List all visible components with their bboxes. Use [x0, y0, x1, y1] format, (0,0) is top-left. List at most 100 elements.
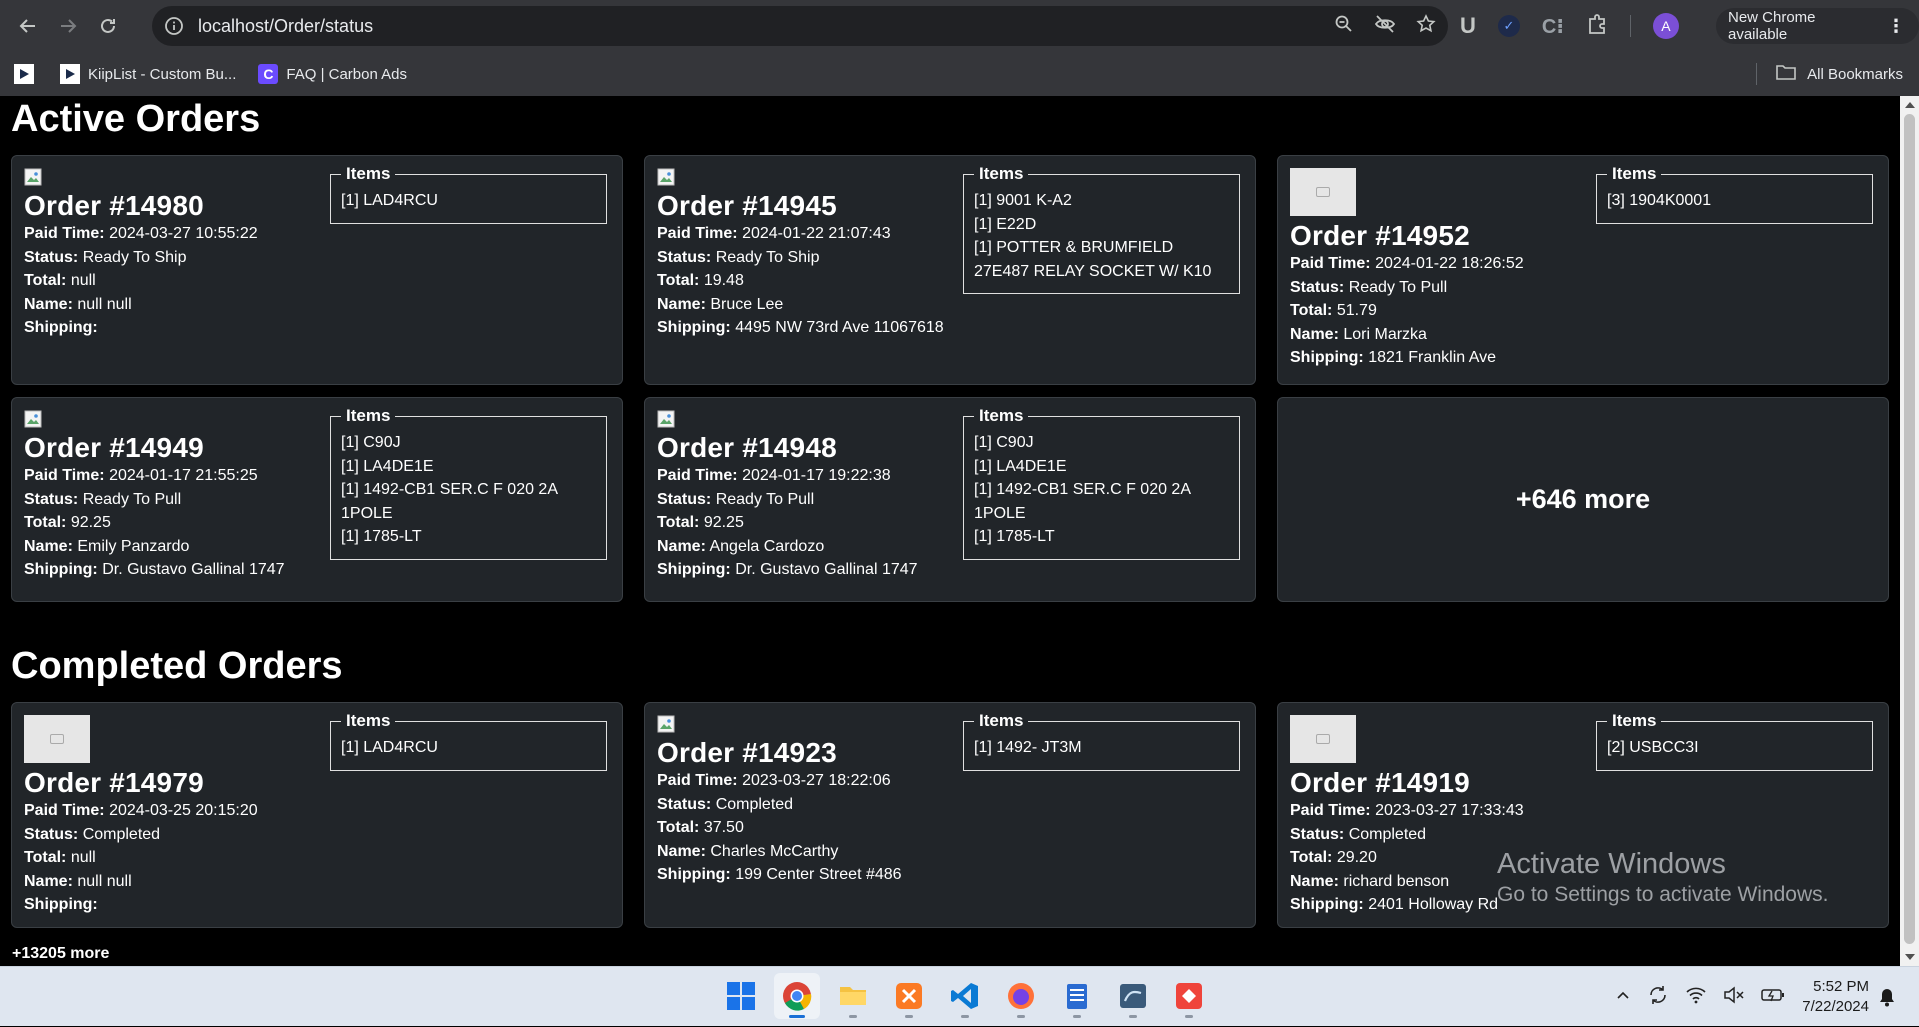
order-card[interactable]: Order #14949 Paid Time: 2024-01-17 21:55:… — [11, 397, 623, 602]
address-bar[interactable]: localhost/Order/status — [152, 6, 1448, 46]
clock[interactable]: 5:52 PM 7/22/2024 — [1789, 977, 1869, 1017]
items-legend: Items — [341, 711, 396, 731]
customer-name-label: Name: — [24, 295, 73, 313]
checkmark-extension-icon[interactable]: ✓ — [1497, 15, 1520, 37]
url-text[interactable]: localhost/Order/status — [198, 16, 373, 37]
running-indicator — [1017, 1015, 1025, 1018]
taskbar-apps — [718, 973, 1212, 1019]
total-value: 92.25 — [703, 514, 744, 531]
all-bookmarks-button[interactable]: All Bookmarks — [1756, 52, 1903, 96]
back-button[interactable] — [8, 6, 48, 46]
total-label: Total: — [657, 514, 700, 531]
star-icon[interactable] — [1416, 13, 1436, 39]
eye-off-icon[interactable] — [1374, 14, 1396, 39]
total-row: Total: 37.50 — [657, 816, 957, 840]
order-card[interactable]: Order #14979 Paid Time: 2024-03-25 20:15:… — [11, 702, 623, 928]
order-item: [1] 1785-LT — [974, 528, 1055, 545]
page-scrollbar[interactable] — [1900, 96, 1919, 966]
order-details: Order #14949 Paid Time: 2024-01-17 21:55:… — [24, 410, 324, 582]
status-row: Status: Completed — [1290, 823, 1590, 847]
browser-toolbar: localhost/Order/status U ✓ C⁝ A New Chro… — [0, 0, 1919, 52]
shipping-address-row: Shipping: Dr. Gustavo Gallinal 1747 — [657, 558, 957, 582]
scrollbar-thumb[interactable] — [1904, 114, 1915, 944]
new-chrome-label: New Chrome available — [1728, 9, 1816, 43]
wifi-icon[interactable] — [1685, 986, 1707, 1009]
taskbar-xampp[interactable] — [886, 973, 932, 1019]
customer-name-row: Name: Angela Cardozo — [657, 535, 957, 559]
customer-name-label: Name: — [1290, 325, 1339, 343]
total-row: Total: null — [24, 846, 324, 870]
no-image-placeholder — [24, 715, 90, 763]
taskbar-chrome[interactable] — [774, 973, 820, 1019]
battery-icon[interactable] — [1761, 987, 1785, 1008]
paid-time-label: Paid Time: — [1290, 802, 1371, 819]
status-value: Ready To Pull — [82, 490, 182, 508]
reload-icon — [101, 18, 115, 33]
shipping-address-value: 199 Center Street #486 — [735, 866, 902, 883]
status-value: Ready To Pull — [1348, 278, 1448, 296]
items-fieldset: Items [3] 1904K0001 — [1596, 164, 1873, 224]
order-item: [1] LA4DE1E — [341, 457, 434, 475]
paid-time-value: 2024-01-17 19:22:38 — [742, 467, 891, 484]
taskbar-file-explorer[interactable] — [830, 973, 876, 1019]
customer-name-row: Name: null null — [24, 870, 324, 894]
forward-button[interactable] — [48, 6, 88, 46]
taskbar-notepad[interactable] — [1054, 973, 1100, 1019]
scroll-up-arrow-icon[interactable] — [1905, 102, 1915, 108]
site-info-icon[interactable] — [162, 14, 186, 38]
paid-time-value: 2024-03-25 20:15:20 — [109, 802, 258, 819]
paid-time-label: Paid Time: — [657, 467, 738, 484]
items-legend: Items — [1607, 711, 1662, 731]
total-label: Total: — [657, 819, 700, 836]
chevron-up-icon[interactable] — [1615, 987, 1631, 1008]
more-active-orders-card[interactable]: +646 more — [1277, 397, 1889, 602]
mysql-workbench-icon — [1120, 984, 1146, 1008]
order-card[interactable]: Order #14923 Paid Time: 2023-03-27 18:22:… — [644, 702, 1256, 928]
new-chrome-available-button[interactable]: New Chrome available ⋮ — [1716, 8, 1919, 44]
no-image-placeholder — [1290, 168, 1356, 216]
taskbar-firefox[interactable] — [998, 973, 1044, 1019]
bookmark-carbon-ads[interactable]: C FAQ | Carbon Ads — [258, 64, 407, 84]
shipping-address-row: Shipping: 4495 NW 73rd Ave 11067618 — [657, 316, 957, 340]
total-row: Total: 51.79 — [1290, 299, 1590, 323]
arrow-left-icon — [19, 19, 35, 33]
paid-time-value: 2023-03-27 17:33:43 — [1375, 802, 1524, 819]
order-card[interactable]: Order #14980 Paid Time: 2024-03-27 10:55:… — [11, 155, 623, 385]
taskbar-anydesk[interactable] — [1166, 973, 1212, 1019]
paid-time-label: Paid Time: — [657, 225, 738, 242]
order-card[interactable]: Order #14952 Paid Time: 2024-01-22 18:26:… — [1277, 155, 1889, 385]
scroll-down-arrow-icon[interactable] — [1905, 954, 1915, 960]
zoom-icon[interactable] — [1334, 14, 1354, 39]
taskbar-vscode[interactable] — [942, 973, 988, 1019]
shipping-address-row: Shipping: 1821 Franklin Ave — [1290, 346, 1590, 370]
sync-icon[interactable] — [1647, 984, 1669, 1011]
paid-time-label: Paid Time: — [24, 467, 105, 484]
customer-name-value: Angela Cardozo — [709, 537, 825, 555]
more-completed-orders-link[interactable]: +13205 more — [12, 945, 109, 963]
reload-button[interactable] — [88, 6, 128, 46]
order-card[interactable]: Order #14948 Paid Time: 2024-01-17 19:22:… — [644, 397, 1256, 602]
customer-name-label: Name: — [657, 537, 706, 555]
customer-name-value: Emily Panzardo — [77, 537, 190, 555]
order-details: Order #14948 Paid Time: 2024-01-17 19:22:… — [657, 410, 957, 582]
ublock-icon[interactable]: U — [1460, 13, 1476, 39]
system-tray — [1615, 967, 1785, 1027]
puzzle-icon[interactable] — [1586, 13, 1608, 40]
total-label: Total: — [24, 514, 67, 531]
play-icon — [14, 64, 34, 84]
speaker-muted-icon[interactable] — [1723, 985, 1745, 1009]
profile-avatar[interactable]: A — [1652, 13, 1679, 39]
start-button[interactable] — [718, 973, 764, 1019]
shipping-address-row: Shipping: — [24, 893, 324, 917]
customer-name-label: Name: — [24, 537, 73, 555]
taskbar-mysql-workbench[interactable] — [1110, 973, 1156, 1019]
bookmark-kiiplist[interactable]: KiipList - Custom Bu... — [60, 64, 236, 84]
total-value: 92.25 — [70, 514, 111, 531]
customer-name-value: Bruce Lee — [710, 295, 784, 313]
bookmark-item[interactable] — [14, 64, 42, 84]
order-card[interactable]: Order #14945 Paid Time: 2024-01-22 21:07:… — [644, 155, 1256, 385]
notification-bell-icon[interactable] — [1878, 987, 1896, 1012]
status-label: Status: — [1290, 825, 1345, 843]
code-extension-icon[interactable]: C⁝ — [1542, 14, 1564, 39]
status-row: Status: Completed — [24, 823, 324, 847]
